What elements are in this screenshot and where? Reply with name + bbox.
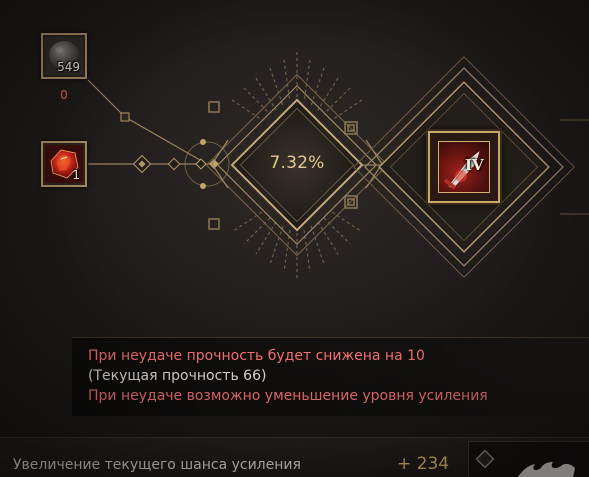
current-durability-text: (Текущая прочность 66) [88,368,267,384]
crystal-count: 1 [72,168,80,182]
black-stone-required: 0 [60,88,68,102]
enhancement-chance: 7.32% [269,153,325,173]
downgrade-warning: При неудаче возможно уменьшение уровня у… [88,388,488,404]
diamond-marker-icon [475,449,495,469]
enhancement-window: 549 0 1 7.32% IV При неудаче прочность б… [0,0,589,477]
target-enhancement-level: IV [465,156,484,174]
failstack-label: Увеличение текущего шанса усиления [13,457,301,473]
durability-loss-warning: При неудаче прочность будет снижена на 1… [88,348,425,364]
corner-action-panel[interactable] [468,441,589,477]
black-stone-count: 549 [57,60,80,74]
black-stone-slot[interactable]: 549 [41,33,87,79]
crystal-slot[interactable]: 1 [41,141,87,187]
target-item-frame: IV [438,141,490,193]
target-item-slot[interactable]: IV [428,131,500,203]
failure-warning-panel: При неудаче прочность будет снижена на 1… [72,337,589,416]
failstack-value: + 234 [397,454,450,474]
flame-emblem-icon [517,462,575,477]
